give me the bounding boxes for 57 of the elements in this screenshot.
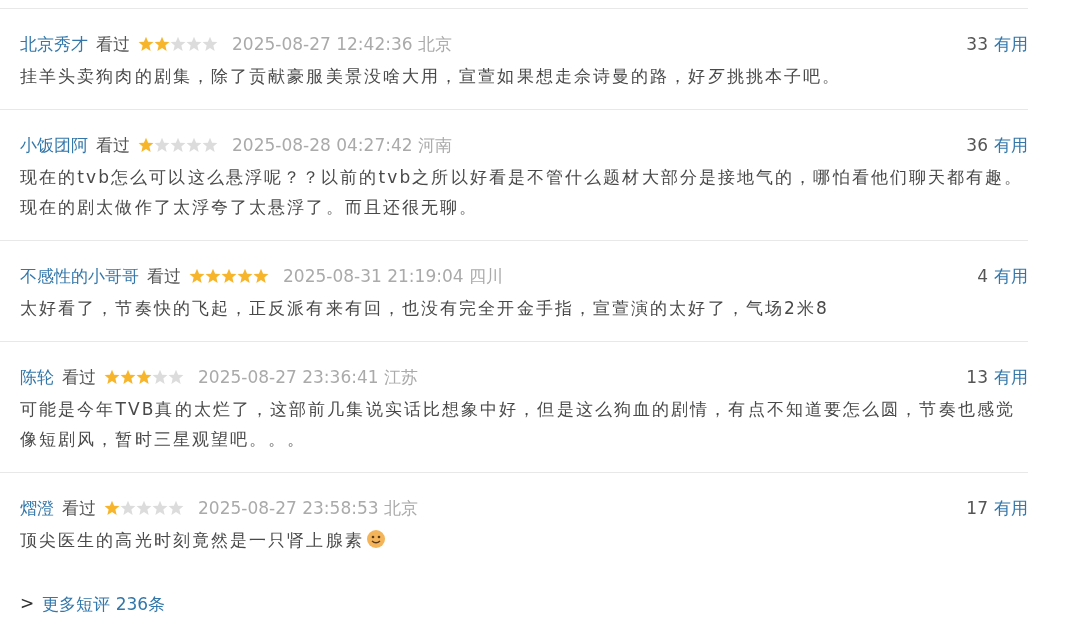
- star-icon: [120, 500, 136, 516]
- star-icon: [138, 137, 154, 153]
- username-link[interactable]: 小饭团阿: [20, 132, 88, 158]
- vote-count: 36: [966, 134, 988, 157]
- review-time: 2025-08-27 23:36:41 江苏: [198, 366, 418, 389]
- star-icon: [189, 268, 205, 284]
- useful-link[interactable]: 有用: [994, 495, 1028, 521]
- review-text: 太好看了，节奏快的飞起，正反派有来有回，也没有完全开金手指，宣萱演的太好了，气场2米8: [20, 297, 830, 320]
- star-icon: [136, 500, 152, 516]
- star-icon: [120, 369, 136, 385]
- watched-status: 看过: [96, 33, 130, 56]
- star-icon: [253, 268, 269, 284]
- useful-link[interactable]: 有用: [994, 132, 1028, 158]
- star-icon: [168, 369, 184, 385]
- username-link[interactable]: 熠澄: [20, 495, 54, 521]
- star-icon: [202, 137, 218, 153]
- review-text: 挂羊头卖狗肉的剧集，除了贡献豪服美景没啥大用，宣萱如果想走佘诗曼的路，好歹挑挑本子吧。: [20, 65, 843, 88]
- vote-count: 13: [966, 366, 988, 389]
- review-time: 2025-08-27 12:42:36 北京: [232, 33, 452, 56]
- star-icon: [104, 500, 120, 516]
- review-text: 可能是今年TVB真的太烂了，这部前几集说实话比想象中好，但是这么狗血的剧情，有点不知道要怎么圆，节奏也感觉像短剧风，暂时三星观望吧。。。: [20, 398, 1016, 451]
- star-icon: [205, 268, 221, 284]
- star-icon: [186, 137, 202, 153]
- review-time: 2025-08-27 23:58:53 北京: [198, 497, 418, 520]
- star-icon: [168, 500, 184, 516]
- review-time: 2025-08-31 21:19:04 四川: [283, 265, 503, 288]
- watched-status: 看过: [62, 366, 96, 389]
- star-icon: [186, 36, 202, 52]
- watched-status: 看过: [62, 497, 96, 520]
- review-text: 现在的tvb怎么可以这么悬浮呢？？以前的tvb之所以好看是不管什么题材大部分是接地气的，哪怕看他们聊天都有趣。现在的剧太做作了太浮夸了太悬浮了。而且还很无聊。: [20, 166, 1025, 219]
- star-icon: [237, 268, 253, 284]
- star-icon: [170, 36, 186, 52]
- star-icon: [104, 369, 120, 385]
- username-link[interactable]: 不感性的小哥哥: [20, 263, 139, 289]
- star-icon: [154, 36, 170, 52]
- useful-link[interactable]: 有用: [994, 31, 1028, 57]
- star-icon: [152, 369, 168, 385]
- star-icon: [170, 137, 186, 153]
- useful-link[interactable]: 有用: [994, 263, 1028, 289]
- star-icon: [154, 137, 170, 153]
- watched-status: 看过: [96, 134, 130, 157]
- star-icon: [138, 36, 154, 52]
- vote-count: 4: [977, 265, 988, 288]
- more-arrow: >: [20, 593, 35, 615]
- username-link[interactable]: 陈轮: [20, 364, 54, 390]
- star-icon: [136, 369, 152, 385]
- star-icon: [202, 36, 218, 52]
- review-text: 顶尖医生的高光时刻竟然是一只肾上腺素: [20, 525, 1028, 555]
- more-reviews-link[interactable]: 更多短评 236条: [42, 593, 166, 616]
- star-icon: [152, 500, 168, 516]
- vote-count: 33: [966, 33, 988, 56]
- username-link[interactable]: 北京秀才: [20, 31, 88, 57]
- watched-status: 看过: [147, 265, 181, 288]
- star-icon: [221, 268, 237, 284]
- useful-link[interactable]: 有用: [994, 364, 1028, 390]
- vote-count: 17: [966, 497, 988, 520]
- review-time: 2025-08-28 04:27:42 河南: [232, 134, 452, 157]
